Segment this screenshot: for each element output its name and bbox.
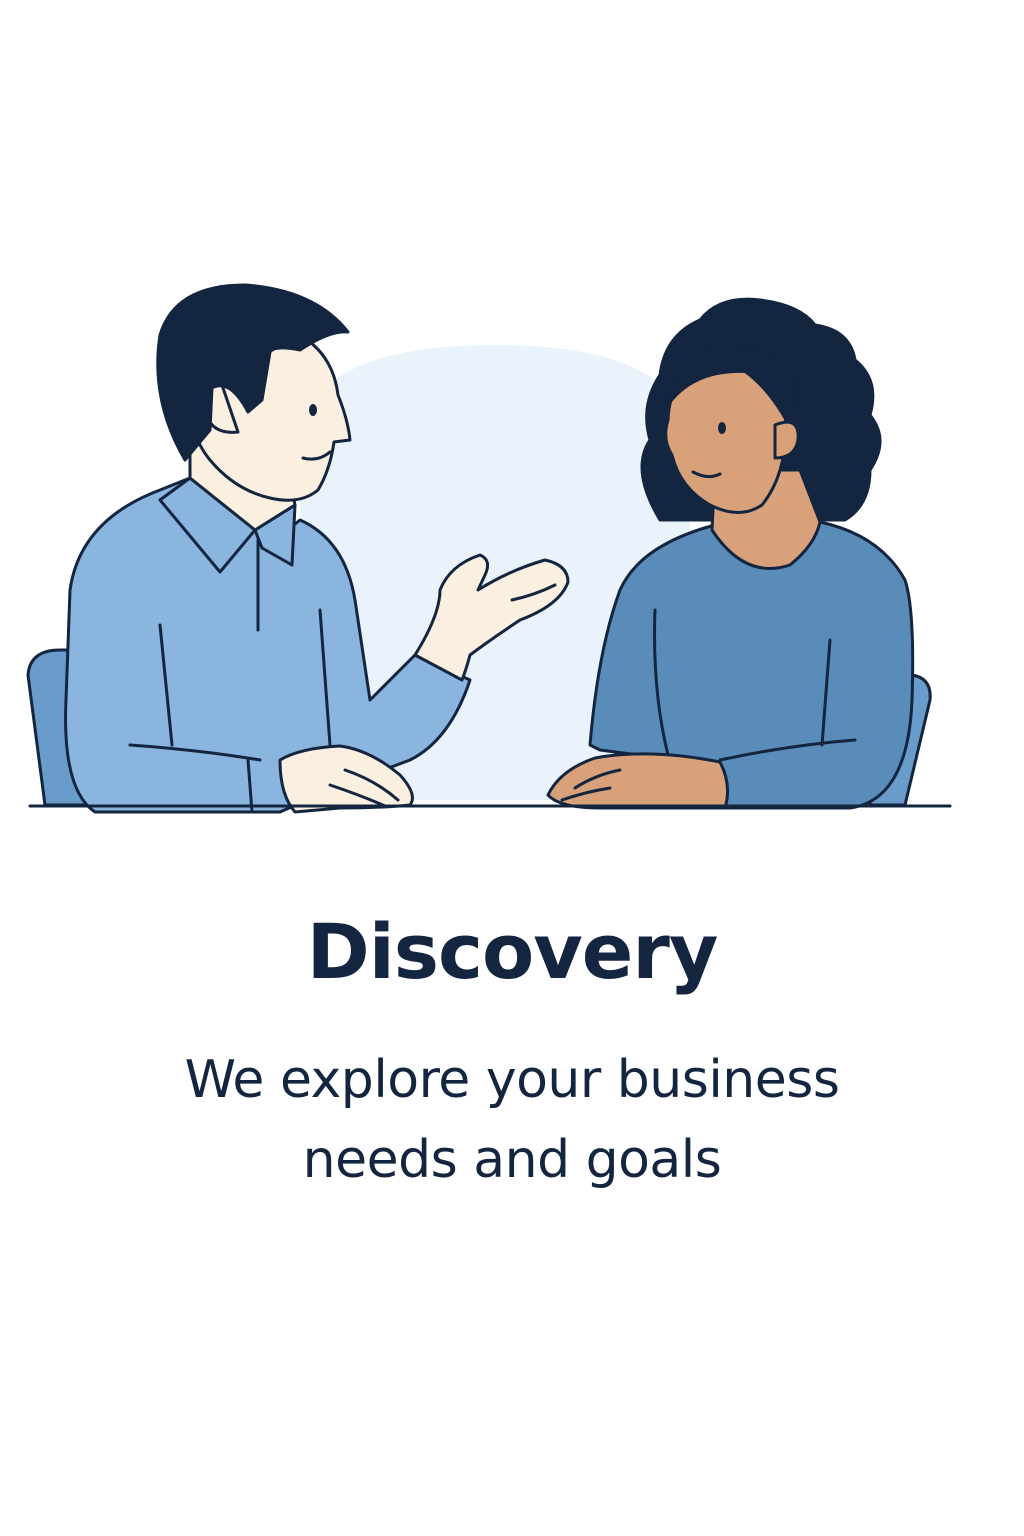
man-eye <box>309 404 317 416</box>
conversation-illustration <box>26 283 952 814</box>
step-title: Discovery <box>306 907 719 996</box>
woman-eye <box>718 422 726 434</box>
discovery-card: Discovery We explore your business needs… <box>0 0 1024 1536</box>
step-description: We explore your business needs and goals <box>184 1050 840 1190</box>
